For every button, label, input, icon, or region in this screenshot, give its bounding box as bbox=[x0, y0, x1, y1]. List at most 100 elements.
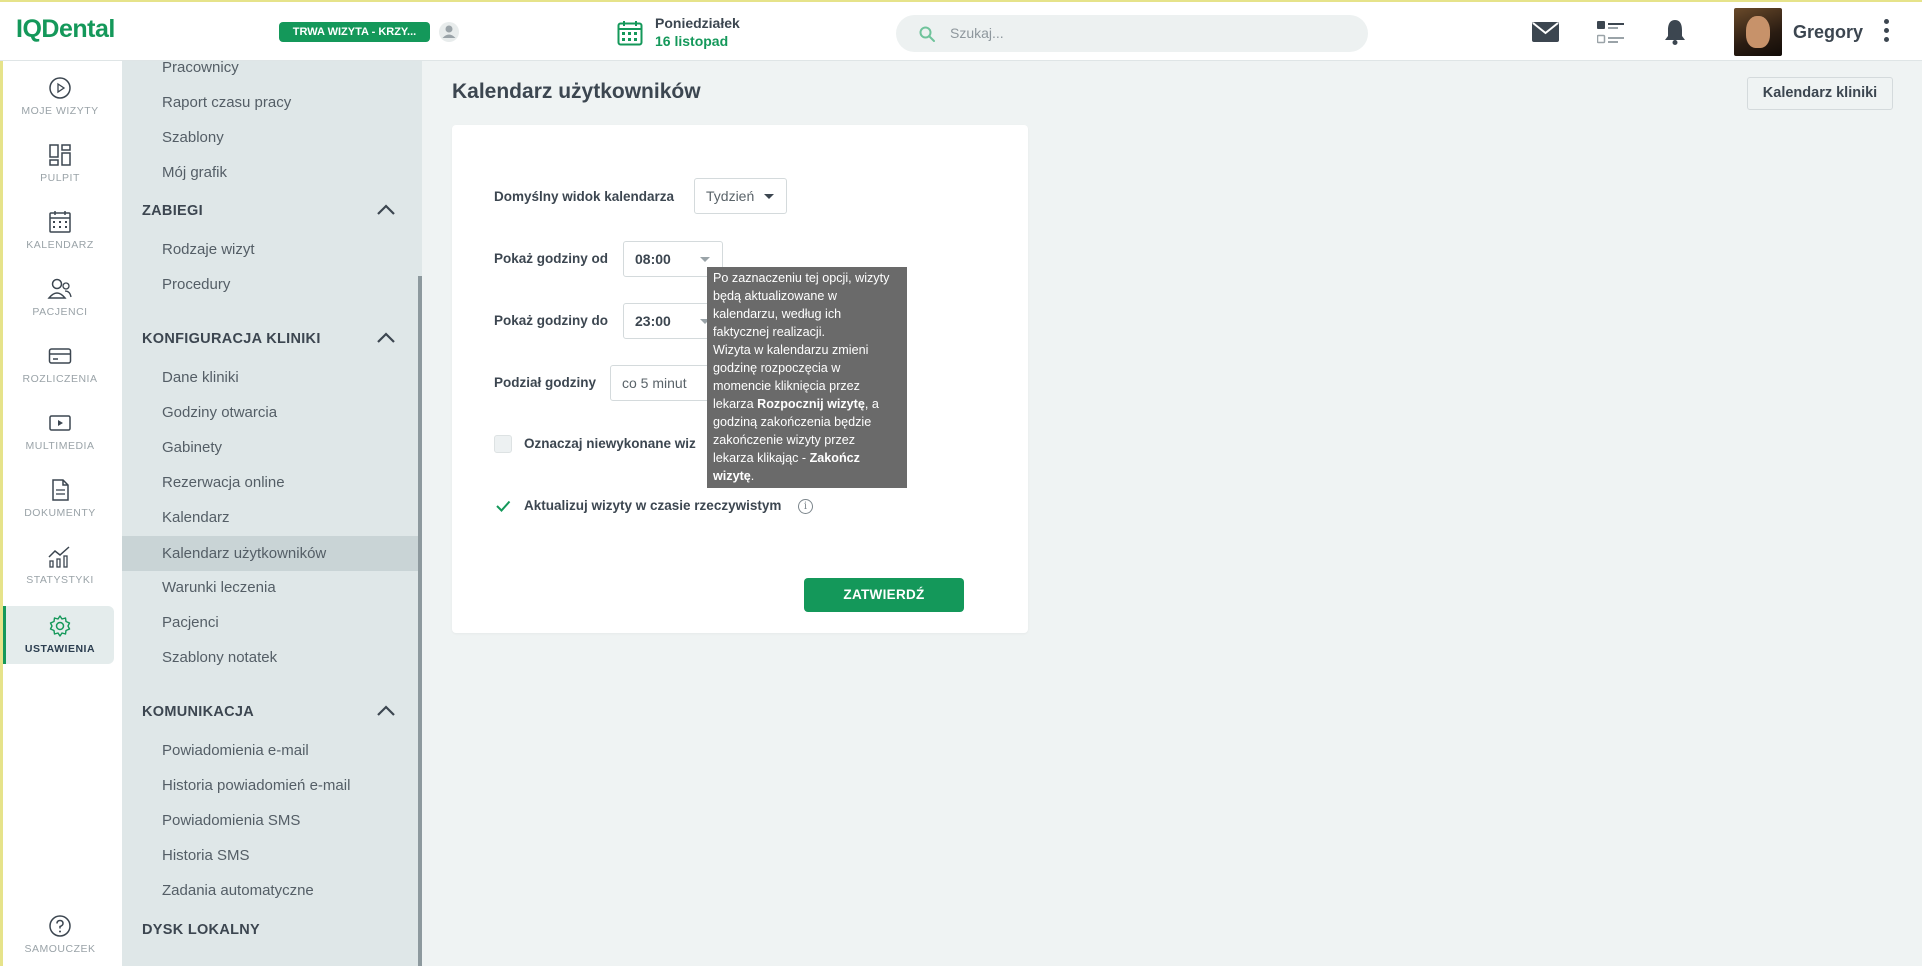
chevron-up-icon[interactable] bbox=[376, 705, 396, 717]
search-input[interactable]: Szukaj... bbox=[950, 25, 1004, 41]
realtime-update-tooltip: Po zaznaczeniu tej opcji, wizyty będą ak… bbox=[707, 267, 907, 488]
settings-item-patients[interactable]: Pacjenci bbox=[162, 614, 219, 631]
clinic-calendar-button[interactable]: Kalendarz kliniki bbox=[1747, 77, 1893, 110]
rail-label: ROZLICZENIA bbox=[22, 373, 98, 385]
tooltip-text: lekarza bbox=[713, 397, 758, 411]
default-view-select[interactable]: Tydzień bbox=[694, 178, 787, 214]
settings-item-note-templates[interactable]: Szablony notatek bbox=[162, 649, 277, 666]
visit-user-icon[interactable] bbox=[438, 21, 460, 43]
calendar-icon bbox=[49, 211, 71, 233]
help-icon bbox=[49, 915, 71, 937]
user-avatar[interactable] bbox=[1734, 8, 1782, 56]
section-header-clinic-config[interactable]: KONFIGURACJA KLINIKI bbox=[142, 331, 321, 347]
search-bar[interactable]: Szukaj... bbox=[896, 15, 1368, 52]
rail-label: PULPIT bbox=[40, 172, 80, 184]
notifications-bell-icon[interactable] bbox=[1664, 19, 1686, 45]
statistics-icon bbox=[48, 546, 70, 568]
info-icon[interactable]: i bbox=[798, 499, 813, 514]
tooltip-line: godziną zakończenia będzie bbox=[713, 415, 872, 429]
hour-division-label: Podział godziny bbox=[494, 375, 597, 390]
tooltip-text: , a bbox=[864, 397, 879, 411]
hours-to-value: 23:00 bbox=[635, 313, 671, 329]
rail-item-billing[interactable]: ROZLICZENIA bbox=[6, 336, 114, 394]
settings-item-email-history[interactable]: Historia powiadomień e-mail bbox=[162, 777, 350, 794]
rail-item-statistics[interactable]: STATYSTYKI bbox=[6, 537, 114, 595]
tooltip-text: . bbox=[750, 469, 755, 483]
settings-item-opening-hours[interactable]: Godziny otwarcia bbox=[162, 404, 277, 421]
settings-gear-icon bbox=[49, 615, 71, 637]
settings-item-visit-types[interactable]: Rodzaje wizyt bbox=[162, 241, 255, 258]
tooltip-line: Po zaznaczeniu tej opcji, wizyty bbox=[713, 271, 890, 285]
chevron-down-icon bbox=[700, 257, 710, 262]
username[interactable]: Gregory bbox=[1793, 22, 1863, 43]
chevron-up-icon[interactable] bbox=[376, 204, 396, 216]
default-view-label: Domyślny widok kalendarza bbox=[494, 189, 675, 204]
settings-item-clinic-data[interactable]: Dane kliniki bbox=[162, 369, 239, 386]
app-logo[interactable]: IQDental bbox=[16, 15, 115, 44]
realtime-update-label: Aktualizuj wizyty w czasie rzeczywistym bbox=[524, 498, 782, 513]
chevron-down-icon bbox=[764, 194, 774, 199]
tooltip-line: godzinę rozpoczęcia w bbox=[713, 361, 841, 375]
ongoing-visit-badge[interactable]: TRWA WIZYTA - KRZY... bbox=[279, 22, 430, 42]
play-circle-icon bbox=[49, 77, 71, 99]
rail-item-calendar[interactable]: KALENDARZ bbox=[6, 202, 114, 260]
calendar-icon bbox=[617, 21, 643, 46]
section-header-communication[interactable]: KOMUNIKACJA bbox=[142, 704, 254, 720]
settings-item-treatment-terms[interactable]: Warunki leczenia bbox=[162, 579, 276, 596]
settings-menu: Pracownicy Raport czasu pracy Szablony M… bbox=[122, 61, 422, 966]
settings-item-sms-history[interactable]: Historia SMS bbox=[162, 847, 250, 864]
section-header-local-disk[interactable]: DYSK LOKALNY bbox=[142, 922, 260, 938]
tooltip-line: lekarza klikając - Zakończ bbox=[713, 449, 901, 467]
hours-from-label: Pokaż godziny od bbox=[494, 251, 609, 266]
settings-item-user-calendar[interactable]: Kalendarz użytkowników bbox=[122, 536, 418, 571]
tooltip-line: kalendarzu, według ich bbox=[713, 307, 842, 321]
settings-item-sms-notifications[interactable]: Powiadomienia SMS bbox=[162, 812, 300, 829]
rail-item-my-visits[interactable]: MOJE WIZYTY bbox=[6, 68, 114, 126]
settings-item-templates[interactable]: Szablony bbox=[162, 129, 224, 146]
hours-from-value: 08:00 bbox=[635, 251, 671, 267]
chevron-up-icon[interactable] bbox=[376, 332, 396, 344]
settings-item-email-notifications[interactable]: Powiadomienia e-mail bbox=[162, 742, 309, 759]
settings-item-offices[interactable]: Gabinety bbox=[162, 439, 222, 456]
document-icon bbox=[52, 479, 69, 501]
rail-label: KALENDARZ bbox=[26, 239, 94, 251]
rail-item-tutorial[interactable]: SAMOUCZEK bbox=[6, 906, 114, 964]
rail-label: MOJE WIZYTY bbox=[21, 105, 99, 117]
rail-label: PACJENCI bbox=[32, 306, 88, 318]
more-options-icon[interactable] bbox=[1882, 19, 1890, 47]
hours-to-label: Pokaż godziny do bbox=[494, 313, 609, 328]
mark-unfinished-checkbox[interactable] bbox=[494, 435, 512, 453]
multimedia-icon bbox=[49, 415, 71, 431]
settings-item-automatic-tasks[interactable]: Zadania automatyczne bbox=[162, 882, 314, 899]
rail-item-settings[interactable]: USTAWIENIA bbox=[3, 606, 114, 664]
settings-item-online-booking[interactable]: Rezerwacja online bbox=[162, 474, 285, 491]
tooltip-line: wizytę. bbox=[713, 467, 901, 485]
realtime-update-checkbox[interactable] bbox=[494, 497, 512, 515]
checkmark-icon bbox=[496, 500, 511, 512]
mark-unfinished-label: Oznaczaj niewykonane wiz bbox=[524, 436, 696, 451]
default-view-value: Tydzień bbox=[706, 188, 755, 204]
credit-card-icon bbox=[48, 348, 72, 364]
rail-item-documents[interactable]: DOKUMENTY bbox=[6, 470, 114, 528]
mail-icon[interactable] bbox=[1532, 22, 1559, 42]
settings-item-calendar[interactable]: Kalendarz bbox=[162, 509, 230, 526]
section-header-treatments[interactable]: ZABIEGI bbox=[142, 203, 203, 219]
task-list-icon[interactable] bbox=[1597, 21, 1625, 45]
rail-item-multimedia[interactable]: MULTIMEDIA bbox=[6, 403, 114, 461]
settings-item-procedures[interactable]: Procedury bbox=[162, 276, 230, 293]
page-title: Kalendarz użytkowników bbox=[452, 80, 701, 103]
top-bar: IQDental TRWA WIZYTA - KRZY... Poniedzia… bbox=[0, 0, 1922, 61]
submit-button[interactable]: ZATWIERDŹ bbox=[804, 578, 964, 612]
search-icon bbox=[919, 26, 935, 42]
hour-division-value: co 5 minut bbox=[622, 375, 687, 391]
settings-item-my-schedule[interactable]: Mój grafik bbox=[162, 164, 227, 181]
settings-item-employees[interactable]: Pracownicy bbox=[162, 61, 239, 76]
rail-item-dashboard[interactable]: PULPIT bbox=[6, 135, 114, 193]
tooltip-text: lekarza klikając - bbox=[713, 451, 810, 465]
settings-scrollbar[interactable] bbox=[418, 276, 422, 966]
rail-label: SAMOUCZEK bbox=[24, 943, 96, 955]
rail-item-patients[interactable]: PACJENCI bbox=[6, 269, 114, 327]
tooltip-line: zakończenie wizyty przez bbox=[713, 433, 856, 447]
settings-item-work-time-report[interactable]: Raport czasu pracy bbox=[162, 94, 291, 111]
tooltip-end-visit: Zakończ bbox=[809, 451, 860, 465]
